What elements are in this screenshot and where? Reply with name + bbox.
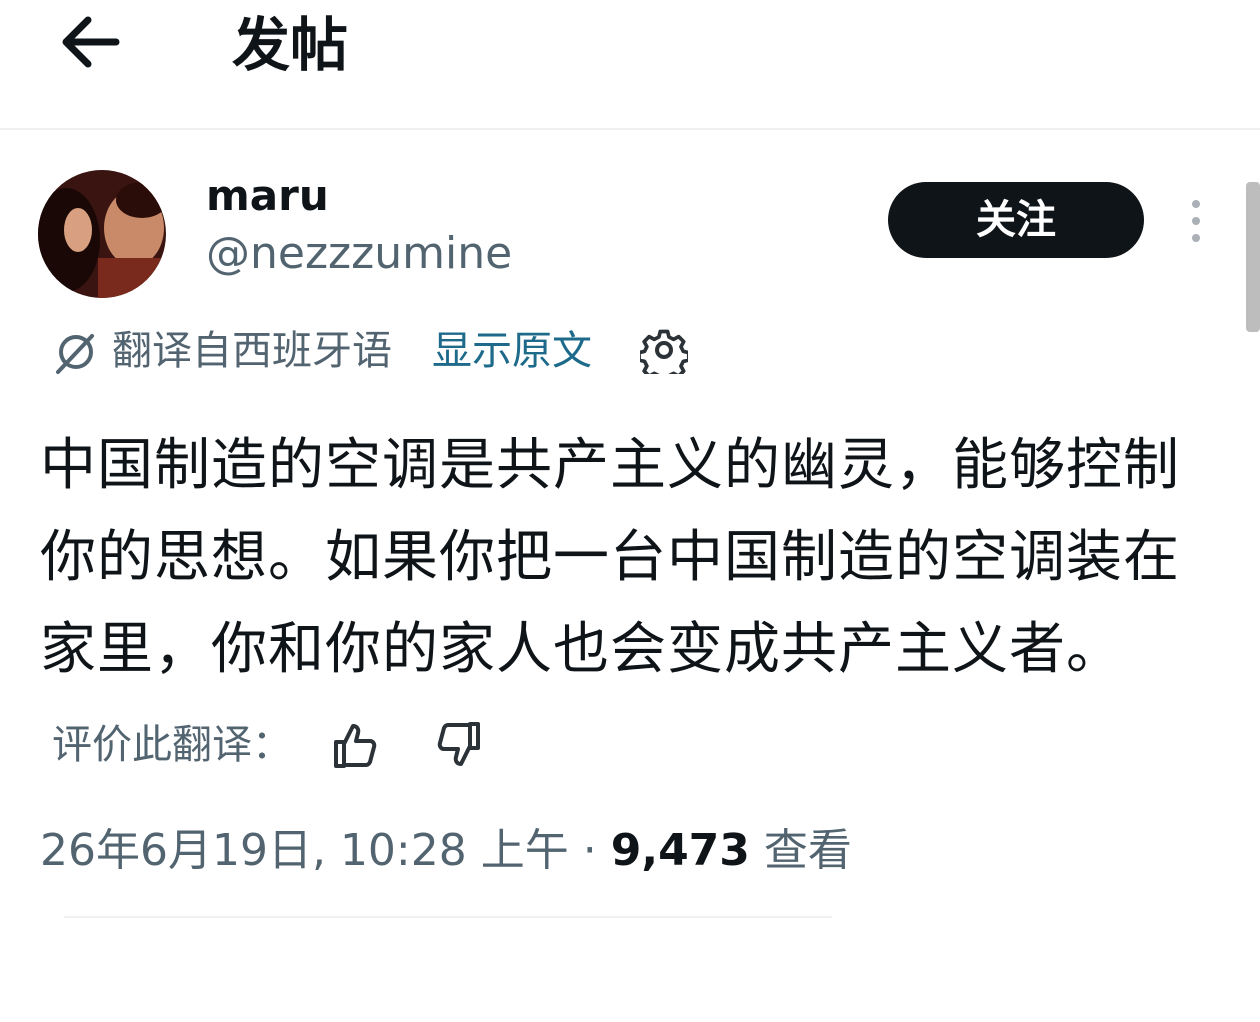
follow-button[interactable]: 关注 [888, 182, 1144, 258]
timestamp[interactable]: 26年6月19日, 10:28 上午 [40, 825, 569, 876]
gear-icon [637, 329, 691, 384]
rate-translation-bar: 评价此翻译： [52, 712, 572, 778]
arrow-left-icon [62, 16, 120, 68]
post-meta: 26年6月19日, 10:28 上午 · 9,473 查看 [40, 818, 940, 886]
user-handle[interactable]: @nezzzumine [206, 226, 512, 282]
translation-label: 翻译自西班牙语 [112, 328, 392, 374]
tweet-line: 你的思想。如果你把一台中国制造的空调装在 [40, 525, 1180, 590]
views-label: 查看 [763, 825, 852, 876]
translate-icon [56, 334, 94, 374]
tweet-line: 家里，你和你的家人也会变成共产主义者。 [40, 617, 1123, 682]
tweet-text: 中国制造的空调是共产主义的幽灵，能够控制 你的思想。如果你把一台中国制造的空调装… [40, 420, 1220, 696]
engagement-stats [40, 962, 1240, 1022]
views-count: 9,473 [610, 825, 750, 876]
avatar[interactable] [38, 170, 166, 298]
avatar-image [38, 170, 166, 298]
thumbs-down-icon [437, 722, 480, 766]
translation-bar: 翻译自西班牙语 显示原文 [52, 318, 772, 384]
back-button[interactable] [58, 12, 124, 72]
rate-translation-label: 评价此翻译： [52, 722, 292, 768]
more-button[interactable] [1180, 196, 1212, 246]
tweet-line: 中国制造的空调是共产主义的幽灵，能够控制 [40, 433, 1180, 498]
show-original-link[interactable]: 显示原文 [432, 324, 592, 378]
thumb-down-button[interactable] [434, 720, 484, 770]
top-bar: 发帖 [0, 0, 1260, 130]
more-vertical-icon [1192, 200, 1200, 242]
translation-settings-button[interactable] [637, 326, 691, 384]
meta-separator: · [582, 825, 597, 876]
thumbs-up-icon [334, 724, 377, 768]
display-name[interactable]: maru [206, 168, 329, 224]
page-title: 发帖 [232, 11, 349, 79]
divider [64, 916, 832, 918]
scrollbar[interactable] [1246, 182, 1260, 332]
thumb-up-button[interactable] [330, 720, 380, 770]
